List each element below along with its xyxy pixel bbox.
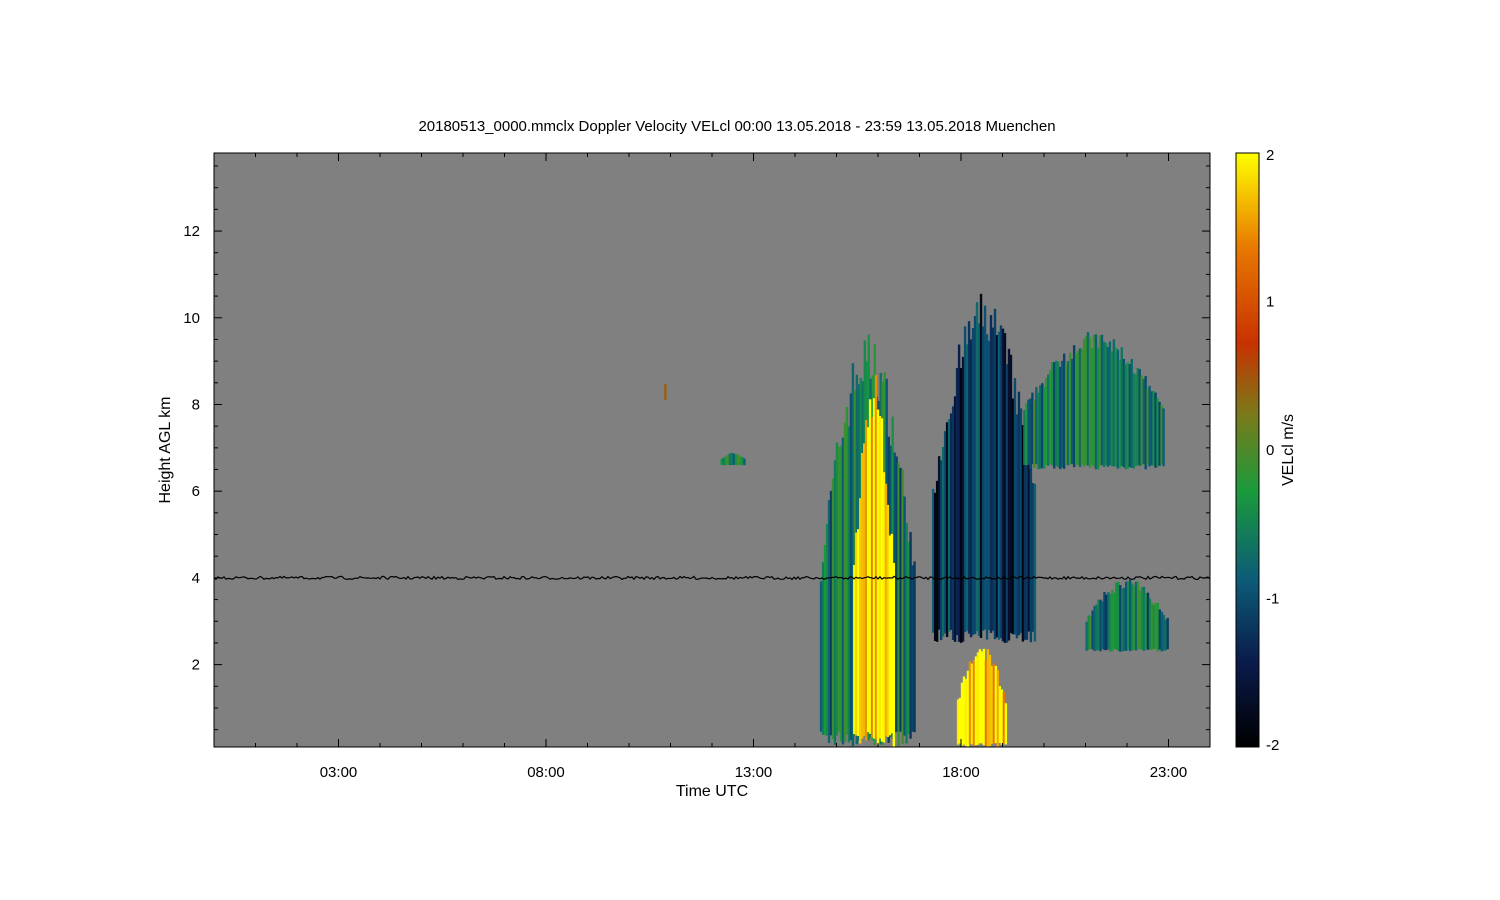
colorbar-tick-label: 1	[1266, 294, 1274, 311]
colorbar	[1235, 152, 1260, 748]
y-axis-label: Height AGL km	[157, 396, 174, 503]
x-tick-label: 13:00	[735, 764, 773, 781]
x-tick-label: 23:00	[1150, 764, 1188, 781]
y-tick-label: 4	[192, 570, 200, 587]
colorbar-tick-label: 0	[1266, 442, 1274, 459]
chart-title: 20180513_0000.mmclx Doppler Velocity VEL…	[418, 118, 1055, 135]
y-tick-label: 10	[183, 310, 200, 327]
x-tick-label: 08:00	[527, 764, 565, 781]
colorbar-tick-label: 2	[1266, 147, 1274, 164]
y-tick-label: 12	[183, 223, 200, 240]
x-axis-label: Time UTC	[676, 783, 748, 800]
x-tick-label: 18:00	[942, 764, 980, 781]
y-tick-label: 6	[192, 483, 200, 500]
colorbar-tick-label: -1	[1266, 591, 1279, 608]
colorbar-label: VELcl m/s	[1280, 414, 1297, 486]
y-tick-label: 8	[192, 396, 200, 413]
chart: 20180513_0000.mmclx Doppler Velocity VEL…	[157, 118, 1297, 800]
colorbar-tick-label: -2	[1266, 737, 1279, 754]
echo-region-small-cloud-2	[664, 384, 667, 401]
y-tick-label: 2	[192, 657, 200, 674]
x-tick-label: 03:00	[320, 764, 358, 781]
